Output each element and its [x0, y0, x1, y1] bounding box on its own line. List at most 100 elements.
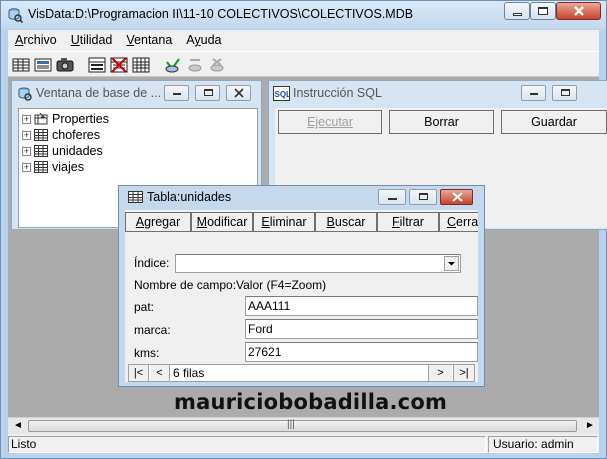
menu-archivo-label: rchivo	[23, 33, 57, 47]
table-icon	[128, 191, 143, 203]
save-button[interactable]: Guardar	[501, 110, 607, 134]
field-input-marca[interactable]: Ford	[245, 319, 478, 339]
properties-icon	[34, 113, 48, 125]
menu-archivo[interactable]: Archivo	[8, 30, 64, 50]
field-value-pat: AAA111	[248, 299, 291, 313]
database-window-maximize-button[interactable]	[195, 85, 220, 101]
save-label: Guardar	[531, 115, 577, 129]
title-bar[interactable]: VisData:D:\Programacion II\11-10 COLECTI…	[1, 1, 606, 29]
first-record-button[interactable]: |<	[129, 365, 149, 381]
next-record-button[interactable]: >	[428, 365, 452, 381]
search-button[interactable]: Buscar	[315, 212, 377, 232]
record-navigator: |< < 6 filas > >|	[128, 364, 475, 382]
begin-transaction-icon[interactable]	[164, 56, 182, 74]
expand-icon[interactable]: +	[22, 146, 31, 156]
add-button[interactable]: Agregar	[125, 212, 191, 232]
filter-label: iltrar	[399, 215, 424, 229]
record-count: 6 filas	[173, 366, 205, 380]
minimize-button[interactable]	[504, 2, 530, 20]
table-window-maximize-button[interactable]	[409, 189, 437, 205]
toolbar	[8, 51, 599, 77]
table-icon	[34, 129, 48, 141]
database-window-titlebar[interactable]: Ventana de base de ...	[12, 81, 261, 105]
dynaset-type-icon[interactable]	[34, 56, 52, 74]
clear-button[interactable]: Borrar	[389, 110, 494, 134]
no-data-control-icon[interactable]	[110, 56, 128, 74]
database-window-close-button[interactable]	[226, 85, 251, 101]
first-record-icon: |<	[133, 367, 144, 379]
tree-item-viajes[interactable]: + viajes	[22, 159, 84, 175]
database-window-icon	[18, 87, 32, 101]
field-input-kms[interactable]: 27621	[245, 342, 478, 362]
grid-control-icon[interactable]	[132, 56, 150, 74]
menu-bar: Archivo Utilidad Ventana Ayuda	[8, 30, 599, 50]
table-window-minimize-button[interactable]	[378, 189, 406, 205]
status-bar: Listo Usuario: admin	[8, 435, 599, 453]
expand-icon[interactable]: +	[22, 162, 31, 172]
search-label: uscar	[334, 215, 366, 229]
table-type-icon[interactable]	[12, 56, 30, 74]
menu-ayuda[interactable]: Ayuda	[179, 30, 228, 50]
index-select[interactable]	[175, 254, 461, 273]
horizontal-scrollbar[interactable]: ◄ ||| ►	[8, 417, 599, 434]
field-label-marca: marca:	[134, 323, 171, 337]
table-icon	[34, 161, 48, 173]
menu-ventana-label: entana	[134, 33, 173, 47]
table-window-title: Tabla:unidades	[147, 190, 232, 204]
next-record-icon: >	[437, 367, 444, 379]
tree-item-label: viajes	[52, 160, 84, 174]
window-title: VisData:D:\Programacion II\11-10 COLECTI…	[28, 7, 414, 21]
tree-item-unidades[interactable]: + unidades	[22, 143, 103, 159]
field-value-marca: Ford	[248, 322, 273, 336]
menu-ventana[interactable]: Ventana	[119, 30, 179, 50]
expand-icon[interactable]: +	[22, 114, 31, 124]
tree-item-choferes[interactable]: + choferes	[22, 127, 100, 143]
commit-icon	[188, 59, 202, 72]
delete-accel: E	[261, 215, 270, 229]
filter-button[interactable]: Filtrar	[377, 212, 439, 232]
sql-window-maximize-button[interactable]	[552, 85, 577, 101]
menu-utilidad-label: tilidad	[79, 33, 113, 47]
table-window: Tabla:unidades Agregar Modificar Elimina…	[118, 185, 485, 387]
filter-accel: F	[392, 215, 400, 229]
modify-label: odificar	[207, 215, 248, 229]
execute-button[interactable]: Ejecutar	[278, 110, 382, 134]
expand-icon[interactable]: +	[22, 130, 31, 140]
tree-item-properties[interactable]: + Properties	[22, 111, 109, 127]
close-table-button[interactable]: Cerra	[439, 212, 478, 232]
sql-window-minimize-button[interactable]	[521, 85, 546, 101]
sql-window-titlebar[interactable]: SQL Instrucción SQL	[269, 81, 607, 105]
field-value-kms: 27621	[248, 345, 282, 359]
minimize-icon	[512, 12, 522, 16]
snapshot-type-icon[interactable]	[56, 56, 74, 74]
visdata-app-icon	[8, 8, 23, 23]
field-input-pat[interactable]: AAA111	[245, 296, 478, 316]
data-control-icon[interactable]	[88, 56, 106, 74]
table-window-body: Agregar Modificar Eliminar Buscar Filtra…	[125, 210, 478, 382]
index-dropdown-button[interactable]	[444, 256, 459, 271]
menu-utilidad-accel: U	[70, 33, 80, 47]
close-button[interactable]	[556, 2, 601, 20]
tree-item-label: choferes	[52, 128, 100, 142]
database-window-minimize-button[interactable]	[164, 85, 189, 101]
previous-record-button[interactable]: <	[150, 365, 170, 381]
scroll-right-icon[interactable]: ►	[585, 420, 595, 431]
table-window-titlebar[interactable]: Tabla:unidades	[119, 186, 484, 208]
delete-button[interactable]: Eliminar	[253, 212, 315, 232]
previous-record-icon: <	[156, 367, 163, 379]
scroll-left-icon[interactable]: ◄	[13, 420, 23, 431]
maximize-button[interactable]	[530, 2, 556, 20]
modify-button[interactable]: Modificar	[191, 212, 253, 232]
delete-label: liminar	[269, 215, 307, 229]
search-accel: B	[326, 215, 335, 229]
table-window-close-button[interactable]	[440, 189, 473, 205]
tree-item-label: unidades	[52, 144, 103, 158]
menu-utilidad[interactable]: Utilidad	[64, 30, 120, 50]
last-record-button[interactable]: >|	[453, 365, 474, 381]
field-label-pat: pat:	[134, 300, 155, 314]
last-record-icon: >|	[459, 367, 469, 379]
scrollbar-thumb[interactable]: |||	[28, 419, 577, 432]
modify-accel: M	[196, 215, 208, 229]
app-window: VisData:D:\Programacion II\11-10 COLECTI…	[0, 0, 607, 459]
index-label: Índice:	[134, 256, 170, 270]
